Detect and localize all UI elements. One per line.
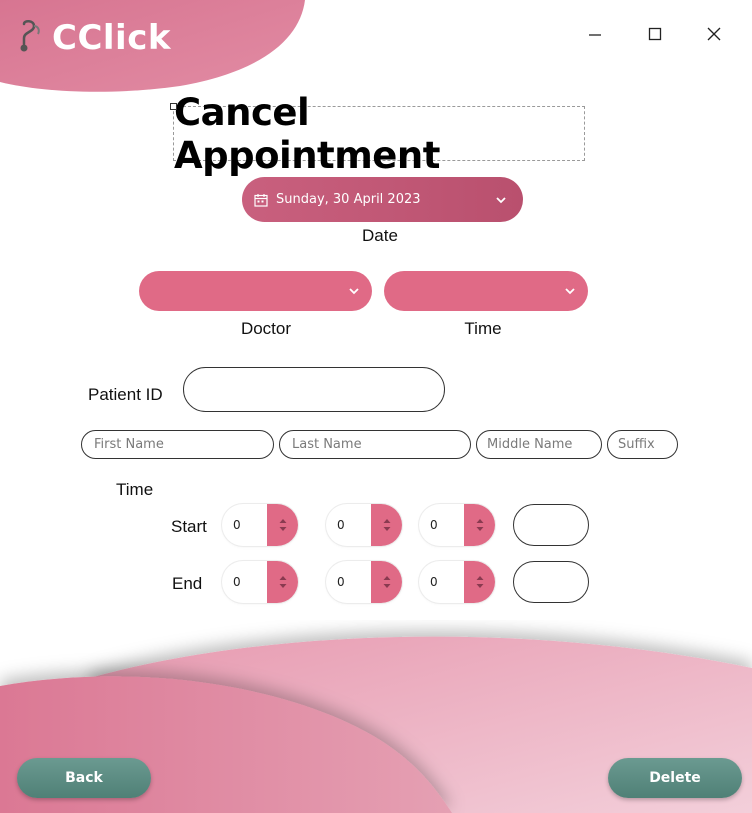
start-hour-value: 0 bbox=[233, 518, 241, 532]
end-hour-value: 0 bbox=[233, 575, 241, 589]
end-label: End bbox=[172, 574, 203, 593]
start-second-spinner[interactable]: 0 bbox=[419, 504, 495, 546]
time-section-label: Time bbox=[116, 480, 154, 499]
app-logo: CClick bbox=[18, 18, 171, 58]
minimize-icon bbox=[589, 34, 601, 36]
spinner-arrows-icon[interactable] bbox=[371, 504, 402, 546]
start-hour-spinner[interactable]: 0 bbox=[222, 504, 298, 546]
stethoscope-icon bbox=[20, 20, 40, 52]
end-ampm-field[interactable] bbox=[513, 561, 589, 603]
maximize-icon bbox=[648, 27, 662, 41]
start-ampm-field[interactable] bbox=[513, 504, 589, 546]
spinner-arrows-icon[interactable] bbox=[464, 561, 495, 603]
close-button[interactable] bbox=[699, 20, 729, 48]
spinner-arrows-icon[interactable] bbox=[267, 504, 298, 546]
patient-id-input[interactable] bbox=[183, 367, 445, 412]
end-second-spinner[interactable]: 0 bbox=[419, 561, 495, 603]
spinner-arrows-icon[interactable] bbox=[464, 504, 495, 546]
suffix-input[interactable] bbox=[607, 430, 678, 459]
date-value: Sunday, 30 April 2023 bbox=[276, 192, 421, 207]
close-icon bbox=[707, 27, 721, 41]
chevron-down-icon bbox=[496, 196, 506, 203]
spinner-arrows-icon[interactable] bbox=[267, 561, 298, 603]
app-title: CClick bbox=[52, 18, 171, 58]
first-name-input[interactable] bbox=[81, 430, 274, 459]
doctor-label: Doctor bbox=[240, 319, 292, 338]
end-minute-value: 0 bbox=[337, 575, 345, 589]
start-minute-spinner[interactable]: 0 bbox=[326, 504, 402, 546]
date-label: Date bbox=[362, 226, 398, 245]
spinner-arrows-icon[interactable] bbox=[371, 561, 402, 603]
minimize-button[interactable] bbox=[580, 20, 610, 48]
start-label: Start bbox=[171, 517, 207, 536]
end-minute-spinner[interactable]: 0 bbox=[326, 561, 402, 603]
end-second-value: 0 bbox=[430, 575, 438, 589]
date-picker[interactable]: Sunday, 30 April 2023 bbox=[242, 177, 523, 222]
start-minute-value: 0 bbox=[337, 518, 345, 532]
calendar-icon bbox=[254, 193, 268, 207]
time-label: Time bbox=[464, 319, 502, 338]
middle-name-input[interactable] bbox=[476, 430, 602, 459]
maximize-button[interactable] bbox=[640, 20, 670, 48]
time-dropdown[interactable] bbox=[384, 271, 588, 311]
selection-handle bbox=[170, 103, 177, 110]
back-button[interactable]: Back bbox=[17, 758, 151, 798]
delete-button[interactable]: Delete bbox=[608, 758, 742, 798]
end-hour-spinner[interactable]: 0 bbox=[222, 561, 298, 603]
chevron-down-icon bbox=[565, 288, 575, 295]
doctor-dropdown[interactable] bbox=[139, 271, 372, 311]
chevron-down-icon bbox=[349, 288, 359, 295]
page-title: Cancel Appointment bbox=[173, 91, 585, 177]
start-second-value: 0 bbox=[430, 518, 438, 532]
last-name-input[interactable] bbox=[279, 430, 471, 459]
patient-id-label: Patient ID bbox=[88, 385, 163, 404]
